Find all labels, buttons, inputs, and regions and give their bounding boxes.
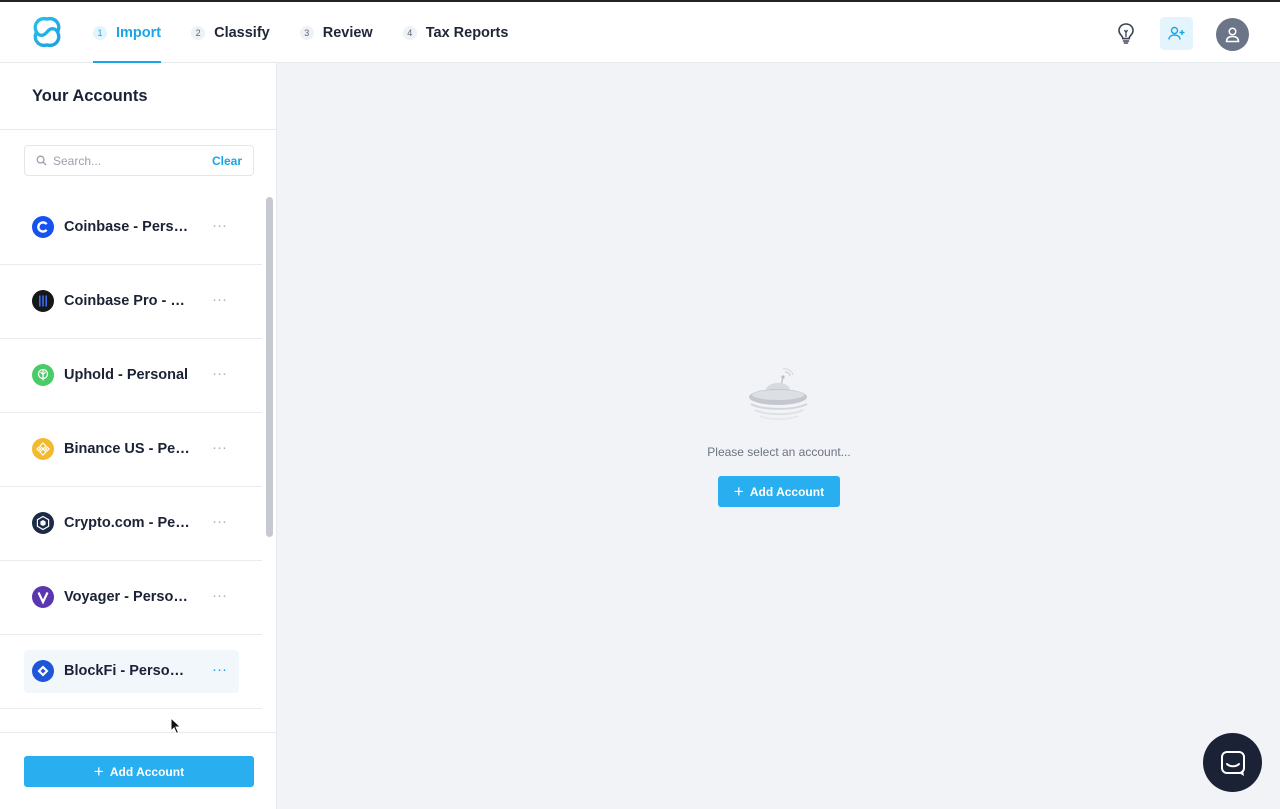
empty-state-message: Please select an account... [707,445,851,459]
add-account-button[interactable]: + Add Account [24,756,254,787]
plus-icon: + [93,761,104,781]
tab-classify[interactable]: 2 Classify [191,2,270,63]
step-tabs: 1 Import 2 Classify 3 Review 4 Tax Repor… [93,2,538,63]
tab-label: Review [322,24,373,41]
account-item-binance-us[interactable]: Binance US - Personal ··· [0,413,262,487]
main-panel: Please select an account... + Add Accoun… [278,63,1280,809]
divider [0,732,276,733]
top-nav: 1 Import 2 Classify 3 Review 4 Tax Repor… [0,2,1280,63]
blockfi-icon [32,660,54,682]
tab-label: Classify [214,24,270,41]
more-options-icon[interactable]: ··· [212,588,227,603]
account-item-voyager[interactable]: Voyager - Personal ··· [0,561,262,635]
more-options-icon[interactable]: ··· [212,218,227,233]
tab-tax-reports[interactable]: 4 Tax Reports [402,2,509,63]
account-item-coinbase-pro[interactable]: Coinbase Pro - Personal ··· [0,265,262,339]
user-avatar-icon[interactable] [1216,18,1249,51]
search-box: Clear [24,145,254,176]
empty-state-ufo-illustration [749,368,808,420]
step-number: 2 [191,25,206,40]
chat-icon [1220,750,1245,776]
coinbase-icon [32,216,54,238]
add-account-button[interactable]: + Add Account [718,476,840,507]
plus-icon: + [733,481,744,501]
account-name: Coinbase Pro - Personal [64,293,190,309]
sidebar-title: Your Accounts [32,87,148,105]
tab-import[interactable]: 1 Import [93,2,162,63]
binance-icon [32,438,54,460]
account-name: Voyager - Personal [64,589,190,605]
tab-label: Import [116,24,162,41]
more-options-icon[interactable]: ··· [212,292,227,307]
more-options-icon[interactable]: ··· [212,514,227,529]
accounts-sidebar: Your Accounts Clear Coinbase - Personal … [0,63,277,809]
button-label: Add Account [749,484,825,499]
account-name: Crypto.com - Personal [64,515,190,531]
divider [0,129,276,130]
step-number: 3 [299,25,314,40]
crypto-com-icon [32,512,54,534]
account-list-scrollbar[interactable] [262,191,276,732]
step-number: 1 [93,25,107,40]
account-item-coinbase[interactable]: Coinbase - Personal ··· [0,191,262,265]
voyager-icon [32,586,54,608]
account-item-blockfi[interactable]: BlockFi - Personal ··· [0,635,262,709]
tab-review[interactable]: 3 Review [299,2,373,63]
account-list: Coinbase - Personal ··· Coinbase Pro - P… [0,191,262,732]
scrollbar-thumb[interactable] [266,197,273,537]
account-name: Uphold - Personal [64,367,189,383]
search-icon [36,155,47,166]
search-input[interactable] [53,152,203,170]
account-item-crypto-com[interactable]: Crypto.com - Personal ··· [0,487,262,561]
add-user-icon[interactable] [1160,17,1193,50]
coinbase-pro-icon [32,290,54,312]
uphold-icon [32,364,54,386]
account-name: Coinbase - Personal [64,219,190,235]
more-options-icon[interactable]: ··· [212,440,227,455]
chat-launcher-button[interactable] [1203,733,1262,792]
more-options-icon[interactable]: ··· [212,662,227,677]
mouse-cursor-icon [170,717,182,735]
account-name: BlockFi - Personal [64,663,190,679]
account-item-uphold[interactable]: Uphold - Personal ··· [0,339,262,413]
more-options-icon[interactable]: ··· [212,366,227,381]
account-name: Binance US - Personal [64,441,190,457]
clear-search-button[interactable]: Clear [212,154,242,168]
lightbulb-icon[interactable] [1109,16,1143,50]
app-logo[interactable] [30,15,64,49]
button-label: Add Account [109,764,185,779]
tab-label: Tax Reports [425,24,509,41]
step-number: 4 [402,25,417,40]
